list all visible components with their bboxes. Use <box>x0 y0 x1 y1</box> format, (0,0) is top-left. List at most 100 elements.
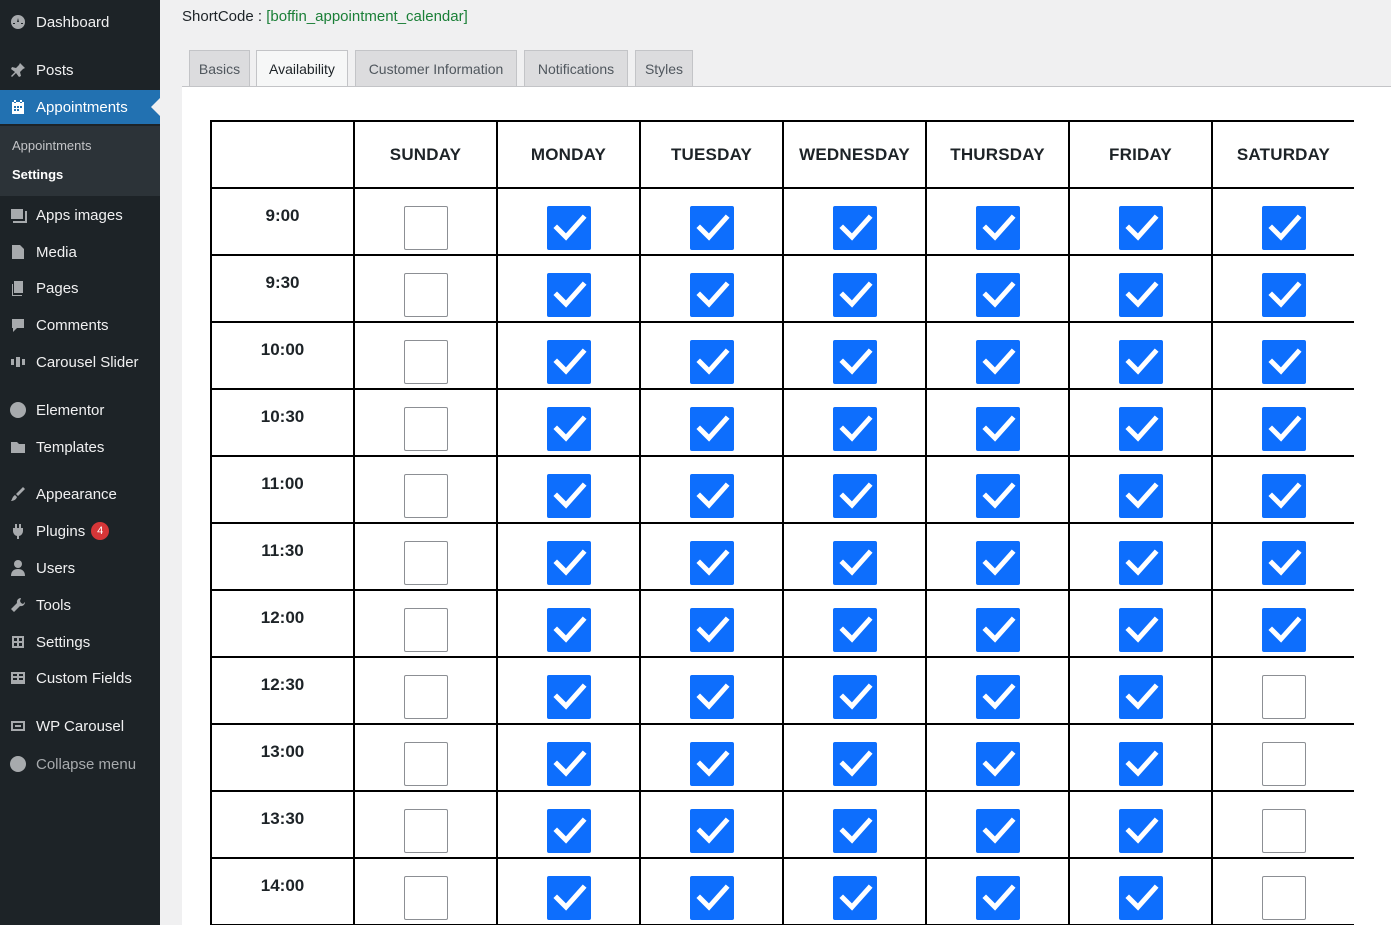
availability-checkbox-checked[interactable] <box>689 339 734 384</box>
availability-checkbox-checked[interactable] <box>975 473 1020 518</box>
sidebar-item-pages[interactable]: Pages <box>0 271 160 305</box>
availability-checkbox-checked[interactable] <box>1261 406 1306 451</box>
availability-checkbox-checked[interactable] <box>546 607 591 652</box>
sidebar-item-collapse-menu[interactable]: Collapse menu <box>0 747 160 781</box>
availability-checkbox-unchecked[interactable] <box>1261 808 1306 853</box>
sidebar-item-templates[interactable]: Templates <box>0 430 160 464</box>
availability-checkbox-checked[interactable] <box>546 406 591 451</box>
availability-checkbox-checked[interactable] <box>689 272 734 317</box>
availability-checkbox-checked[interactable] <box>689 406 734 451</box>
availability-checkbox-checked[interactable] <box>1118 339 1163 384</box>
submenu-item-settings[interactable]: Settings <box>12 167 63 182</box>
availability-checkbox-checked[interactable] <box>832 205 877 250</box>
availability-checkbox-checked[interactable] <box>1261 272 1306 317</box>
availability-checkbox-checked[interactable] <box>1118 741 1163 786</box>
availability-checkbox-unchecked[interactable] <box>403 808 448 853</box>
availability-checkbox-checked[interactable] <box>832 607 877 652</box>
availability-checkbox-checked[interactable] <box>546 473 591 518</box>
availability-checkbox-checked[interactable] <box>975 339 1020 384</box>
submenu-item-appointments[interactable]: Appointments <box>12 138 92 153</box>
sidebar-item-appointments[interactable]: Appointments <box>0 90 160 124</box>
availability-checkbox-checked[interactable] <box>1118 540 1163 585</box>
availability-checkbox-checked[interactable] <box>975 406 1020 451</box>
sidebar-item-dashboard[interactable]: Dashboard <box>0 5 160 39</box>
sidebar-item-posts[interactable]: Posts <box>0 53 160 87</box>
sidebar-item-settings[interactable]: Settings <box>0 625 160 659</box>
availability-checkbox-checked[interactable] <box>689 205 734 250</box>
availability-checkbox-unchecked[interactable] <box>1261 674 1306 719</box>
tab-styles[interactable]: Styles <box>635 50 693 86</box>
availability-checkbox-checked[interactable] <box>975 205 1020 250</box>
availability-checkbox-checked[interactable] <box>975 607 1020 652</box>
sidebar-item-comments[interactable]: Comments <box>0 308 160 342</box>
sidebar-item-users[interactable]: Users <box>0 551 160 585</box>
availability-checkbox-checked[interactable] <box>1118 473 1163 518</box>
availability-checkbox-checked[interactable] <box>1261 540 1306 585</box>
availability-checkbox-checked[interactable] <box>832 674 877 719</box>
availability-checkbox-checked[interactable] <box>975 808 1020 853</box>
availability-checkbox-checked[interactable] <box>975 741 1020 786</box>
availability-checkbox-checked[interactable] <box>689 808 734 853</box>
availability-checkbox-checked[interactable] <box>546 741 591 786</box>
availability-checkbox-checked[interactable] <box>689 741 734 786</box>
sidebar-item-media[interactable]: Media <box>0 235 160 269</box>
availability-checkbox-unchecked[interactable] <box>403 205 448 250</box>
availability-checkbox-unchecked[interactable] <box>403 272 448 317</box>
availability-checkbox-checked[interactable] <box>1261 339 1306 384</box>
sidebar-item-plugins[interactable]: Plugins 4 <box>0 514 160 548</box>
availability-checkbox-checked[interactable] <box>832 339 877 384</box>
tab-customer-information[interactable]: Customer Information <box>355 50 517 86</box>
sidebar-item-elementor[interactable]: Elementor <box>0 393 160 427</box>
availability-checkbox-unchecked[interactable] <box>403 406 448 451</box>
availability-checkbox-unchecked[interactable] <box>403 540 448 585</box>
availability-checkbox-checked[interactable] <box>832 808 877 853</box>
availability-checkbox-checked[interactable] <box>689 875 734 920</box>
availability-checkbox-checked[interactable] <box>1118 205 1163 250</box>
availability-checkbox-checked[interactable] <box>546 808 591 853</box>
tab-availability[interactable]: Availability <box>256 50 348 87</box>
sidebar-item-apps-images[interactable]: Apps images <box>0 198 160 232</box>
availability-checkbox-checked[interactable] <box>1261 473 1306 518</box>
availability-checkbox-checked[interactable] <box>546 339 591 384</box>
availability-checkbox-unchecked[interactable] <box>403 875 448 920</box>
availability-checkbox-unchecked[interactable] <box>403 473 448 518</box>
availability-checkbox-unchecked[interactable] <box>1261 741 1306 786</box>
sidebar-item-carousel-slider[interactable]: Carousel Slider <box>0 345 160 379</box>
availability-checkbox-checked[interactable] <box>975 540 1020 585</box>
availability-checkbox-checked[interactable] <box>1118 607 1163 652</box>
availability-checkbox-checked[interactable] <box>546 272 591 317</box>
availability-checkbox-checked[interactable] <box>832 406 877 451</box>
availability-checkbox-checked[interactable] <box>1118 272 1163 317</box>
availability-checkbox-unchecked[interactable] <box>403 339 448 384</box>
availability-checkbox-checked[interactable] <box>832 540 877 585</box>
availability-checkbox-checked[interactable] <box>546 674 591 719</box>
availability-checkbox-unchecked[interactable] <box>403 607 448 652</box>
tab-basics[interactable]: Basics <box>189 50 250 86</box>
availability-checkbox-checked[interactable] <box>975 674 1020 719</box>
availability-checkbox-checked[interactable] <box>832 741 877 786</box>
availability-checkbox-checked[interactable] <box>1261 205 1306 250</box>
availability-checkbox-checked[interactable] <box>975 272 1020 317</box>
availability-checkbox-checked[interactable] <box>832 473 877 518</box>
availability-checkbox-unchecked[interactable] <box>403 741 448 786</box>
availability-checkbox-checked[interactable] <box>546 540 591 585</box>
availability-checkbox-checked[interactable] <box>1261 607 1306 652</box>
availability-checkbox-unchecked[interactable] <box>403 674 448 719</box>
availability-checkbox-checked[interactable] <box>975 875 1020 920</box>
availability-checkbox-unchecked[interactable] <box>1261 875 1306 920</box>
availability-checkbox-checked[interactable] <box>1118 406 1163 451</box>
sidebar-item-wp-carousel[interactable]: WP Carousel <box>0 709 160 743</box>
availability-checkbox-checked[interactable] <box>1118 875 1163 920</box>
availability-checkbox-checked[interactable] <box>1118 674 1163 719</box>
availability-checkbox-checked[interactable] <box>832 875 877 920</box>
sidebar-item-custom-fields[interactable]: Custom Fields <box>0 661 160 695</box>
availability-checkbox-checked[interactable] <box>689 607 734 652</box>
availability-checkbox-checked[interactable] <box>546 875 591 920</box>
availability-checkbox-checked[interactable] <box>689 674 734 719</box>
tab-notifications[interactable]: Notifications <box>524 50 628 86</box>
availability-checkbox-checked[interactable] <box>689 473 734 518</box>
availability-checkbox-checked[interactable] <box>832 272 877 317</box>
sidebar-item-tools[interactable]: Tools <box>0 588 160 622</box>
availability-checkbox-checked[interactable] <box>1118 808 1163 853</box>
availability-checkbox-checked[interactable] <box>546 205 591 250</box>
